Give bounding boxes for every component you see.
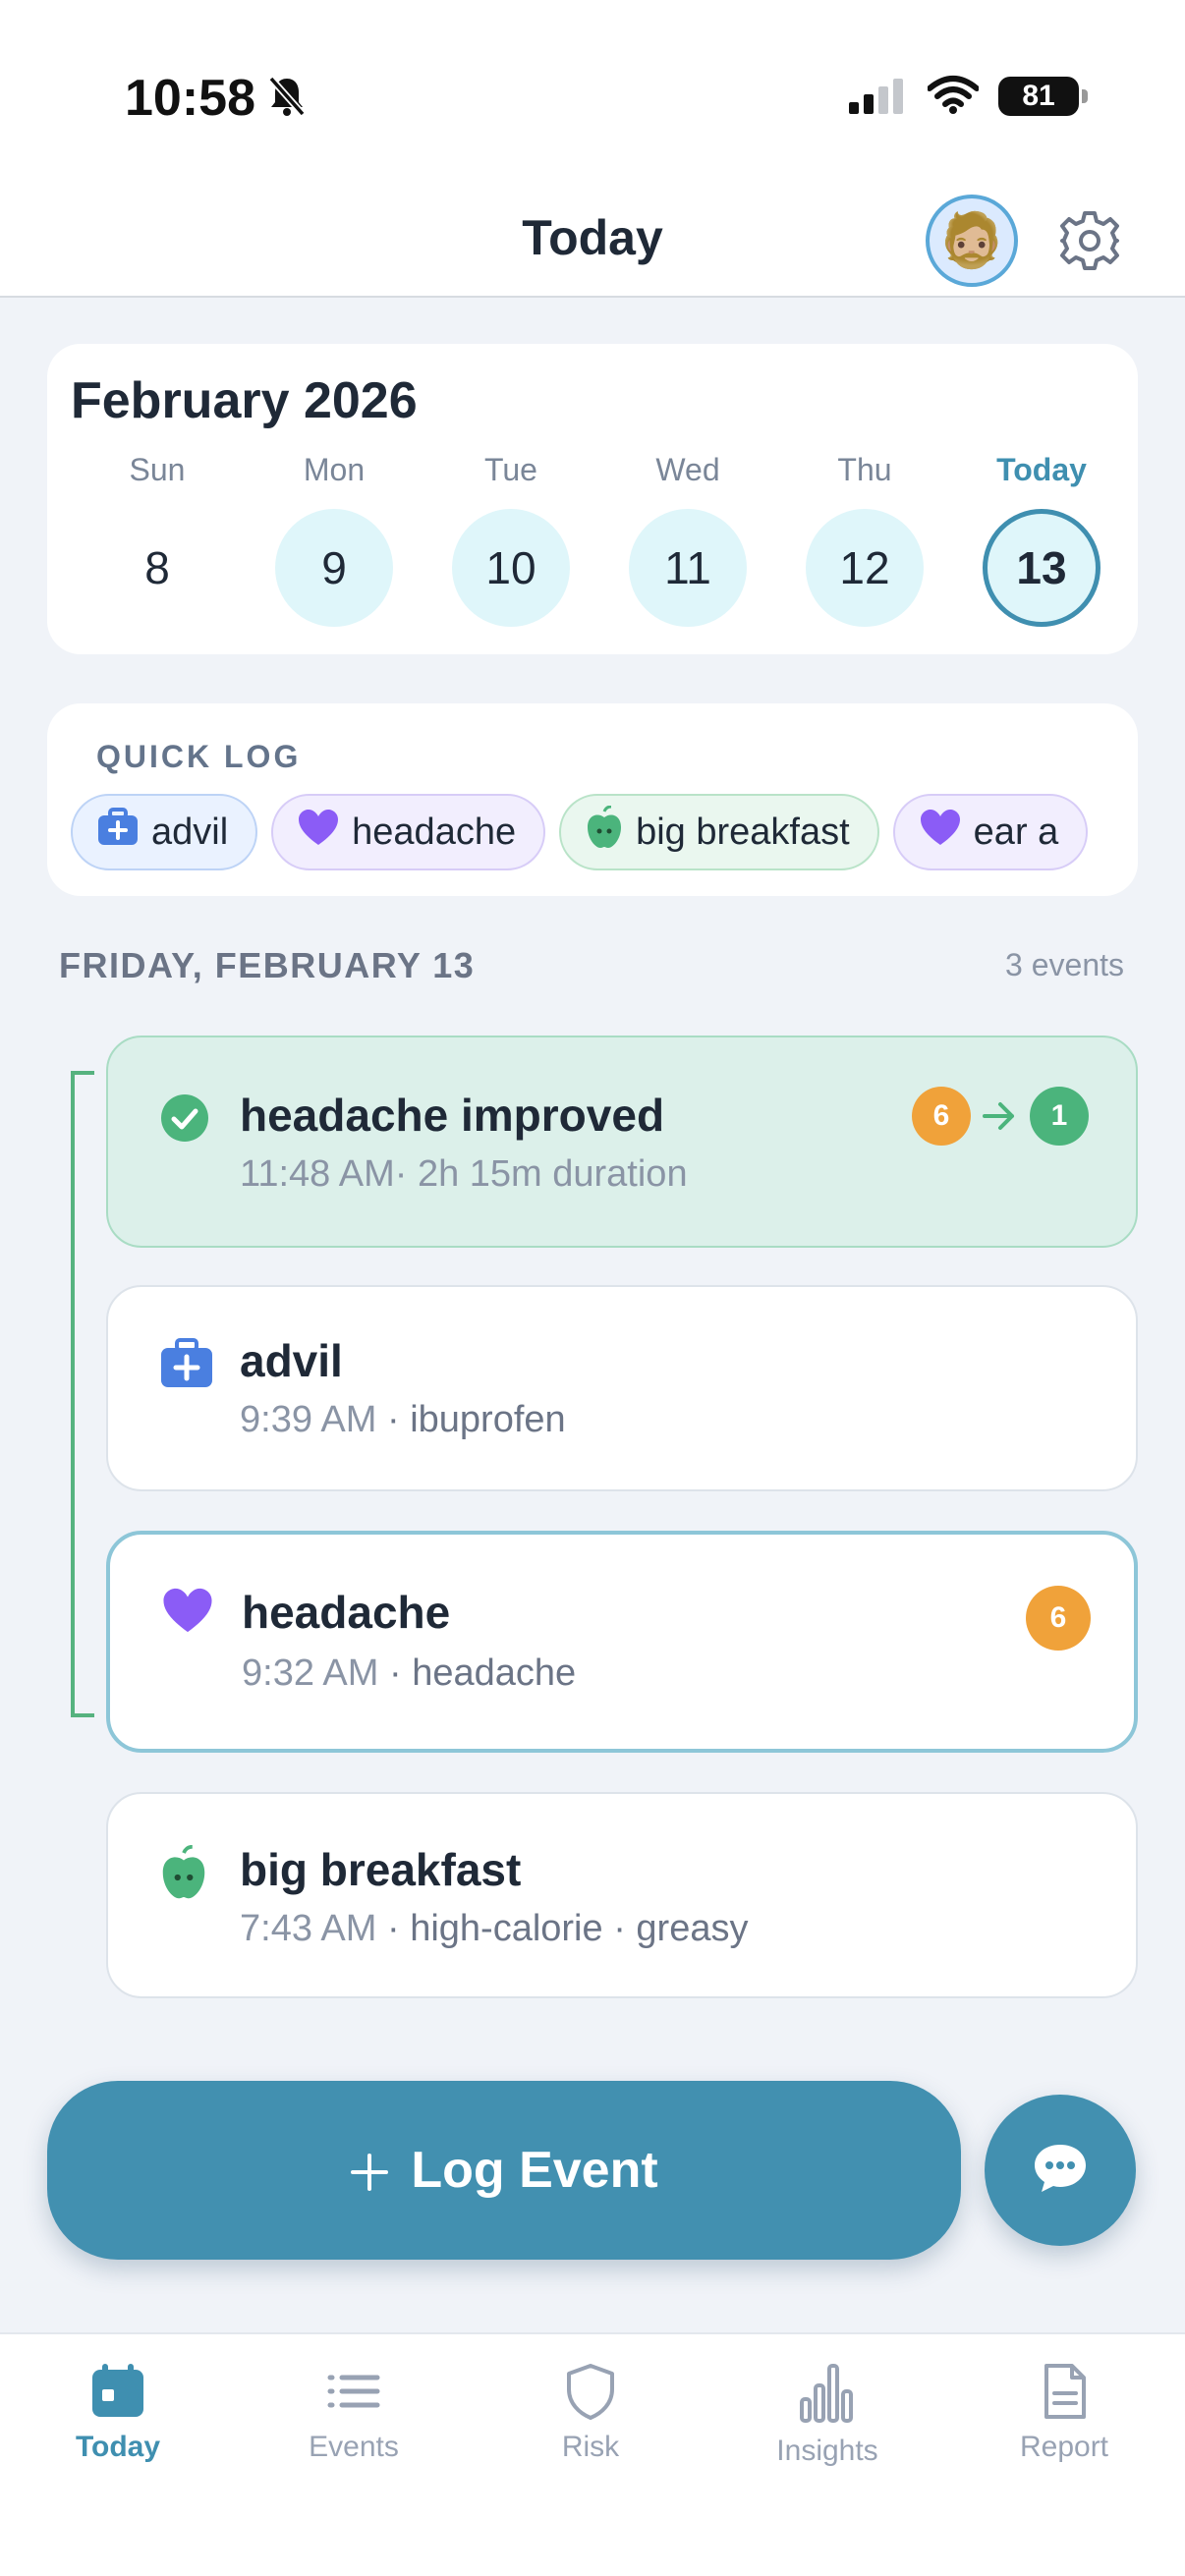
day-name: Wed [655, 452, 720, 487]
cellular-signal-icon [849, 79, 908, 119]
chip-label: ear a [973, 811, 1059, 853]
event-title: big breakfast [240, 1844, 522, 1895]
tab-label: Risk [561, 2431, 620, 2463]
tab-bar: Today Events Risk Insights Report [0, 2332, 1185, 2576]
event-card-big-breakfast[interactable]: big breakfast 7:43 AM · high-calorie · g… [106, 1792, 1138, 1998]
quick-log-chip-headache[interactable]: headache [271, 794, 546, 870]
calendar-day-mon[interactable]: Mon 9 [270, 452, 398, 627]
log-event-button[interactable]: Log Event [47, 2081, 961, 2260]
calendar-day-wed[interactable]: Wed 11 [624, 452, 752, 627]
event-time: 9:32 AM [242, 1652, 379, 1694]
event-card-advil[interactable]: advil 9:39 AM · ibuprofen [106, 1285, 1138, 1491]
tab-label: Events [309, 2431, 399, 2463]
document-icon [976, 2362, 1153, 2421]
calendar-month: February 2026 [71, 372, 418, 429]
event-detail: · ibuprofen [376, 1399, 566, 1440]
event-title: advil [240, 1335, 343, 1386]
tab-insights[interactable]: Insights [739, 2362, 916, 2468]
chip-label: big breakfast [636, 811, 850, 853]
day-name: Tue [484, 452, 537, 487]
list-icon [265, 2362, 442, 2421]
event-subtitle: 9:39 AM · ibuprofen [240, 1399, 566, 1441]
event-time: 9:39 AM [240, 1399, 377, 1440]
heart-icon [297, 808, 340, 857]
severity-badge-after: 1 [1030, 1087, 1089, 1146]
medicine-kit-icon [96, 808, 140, 857]
event-time: 7:43 AM [240, 1908, 377, 1949]
quick-log-chip-advil[interactable]: advil [71, 794, 258, 870]
event-detail: · headache [378, 1652, 577, 1694]
chat-bubble-icon [1032, 2142, 1089, 2200]
tab-risk[interactable]: Risk [502, 2362, 679, 2464]
event-subtitle: 11:48 AM· 2h 15m duration [240, 1153, 688, 1195]
chip-label: advil [151, 811, 229, 853]
shield-icon [502, 2362, 679, 2421]
top-header: 10:58 81 Today 🧔🏼 [0, 0, 1185, 298]
apple-icon [585, 805, 624, 859]
event-card-headache[interactable]: headache 9:32 AM · headache 6 [106, 1531, 1138, 1753]
event-title: headache improved [240, 1090, 665, 1141]
day-number: 9 [275, 509, 393, 627]
bar-chart-icon [739, 2362, 916, 2425]
severity-badge-before: 6 [912, 1087, 971, 1146]
day-name: Mon [303, 452, 366, 487]
calendar-day-thu[interactable]: Thu 12 [801, 452, 929, 627]
event-detail: · high-calorie · greasy [376, 1908, 749, 1949]
event-subtitle: 7:43 AM · high-calorie · greasy [240, 1908, 748, 1950]
gear-icon[interactable] [1057, 208, 1122, 278]
silent-bell-icon [267, 75, 307, 123]
heart-icon [919, 808, 962, 857]
day-name: Sun [129, 452, 186, 487]
heart-icon [161, 1586, 214, 1640]
week-calendar: February 2026 Sun 8 Mon 9 Tue 10 Wed 11 … [47, 344, 1138, 654]
quick-log-chip-ear[interactable]: ear a [892, 794, 1089, 870]
check-circle-icon [159, 1092, 210, 1148]
calendar-day-sun[interactable]: Sun 8 [93, 452, 221, 627]
event-count: 3 events [1005, 947, 1124, 982]
day-name: Today [996, 452, 1087, 487]
avatar[interactable]: 🧔🏼 [926, 195, 1018, 287]
tab-label: Insights [776, 2435, 878, 2467]
apple-icon [159, 1844, 208, 1905]
medicine-kit-icon [159, 1338, 214, 1394]
log-event-label: Log Event [411, 2142, 658, 2199]
tab-label: Report [1019, 2431, 1109, 2463]
tab-today[interactable]: Today [29, 2362, 206, 2464]
quick-log-label: QUICK LOG [96, 739, 302, 774]
event-title: headache [242, 1587, 451, 1638]
status-time: 10:58 [125, 70, 255, 127]
quick-log-card: QUICK LOG advil headache big breakfast e… [47, 703, 1138, 896]
day-section-title: FRIDAY, FEBRUARY 13 [59, 945, 476, 985]
tab-report[interactable]: Report [976, 2362, 1153, 2464]
event-subtitle: 9:32 AM · headache [242, 1652, 576, 1695]
event-card-headache-improved[interactable]: headache improved 11:48 AM· 2h 15m durat… [106, 1036, 1138, 1248]
day-number: 11 [629, 509, 747, 627]
wifi-icon [927, 75, 980, 119]
quick-log-chip-big-breakfast[interactable]: big breakfast [559, 794, 879, 870]
event-link-bracket [71, 1071, 94, 1717]
day-number: 13 [983, 509, 1100, 627]
calendar-day-tue[interactable]: Tue 10 [447, 452, 575, 627]
calendar-day-today[interactable]: Today 13 [978, 452, 1105, 627]
chip-label: headache [352, 811, 517, 853]
arrow-right-icon [981, 1098, 1018, 1139]
battery-indicator: 81 [998, 77, 1088, 116]
plus-icon [350, 2134, 389, 2207]
day-name: Thu [837, 452, 892, 487]
tab-events[interactable]: Events [265, 2362, 442, 2464]
calendar-icon [29, 2362, 206, 2421]
day-number: 12 [806, 509, 924, 627]
chat-button[interactable] [985, 2095, 1136, 2246]
quick-log-chips[interactable]: advil headache big breakfast ear a [71, 794, 1099, 870]
day-number: 10 [452, 509, 570, 627]
day-number: 8 [144, 542, 170, 593]
tab-label: Today [75, 2431, 161, 2463]
severity-badge: 6 [1026, 1586, 1091, 1651]
today-screen: 10:58 81 Today 🧔🏼 February 2026 Sun 8 Mo… [0, 0, 1185, 2576]
